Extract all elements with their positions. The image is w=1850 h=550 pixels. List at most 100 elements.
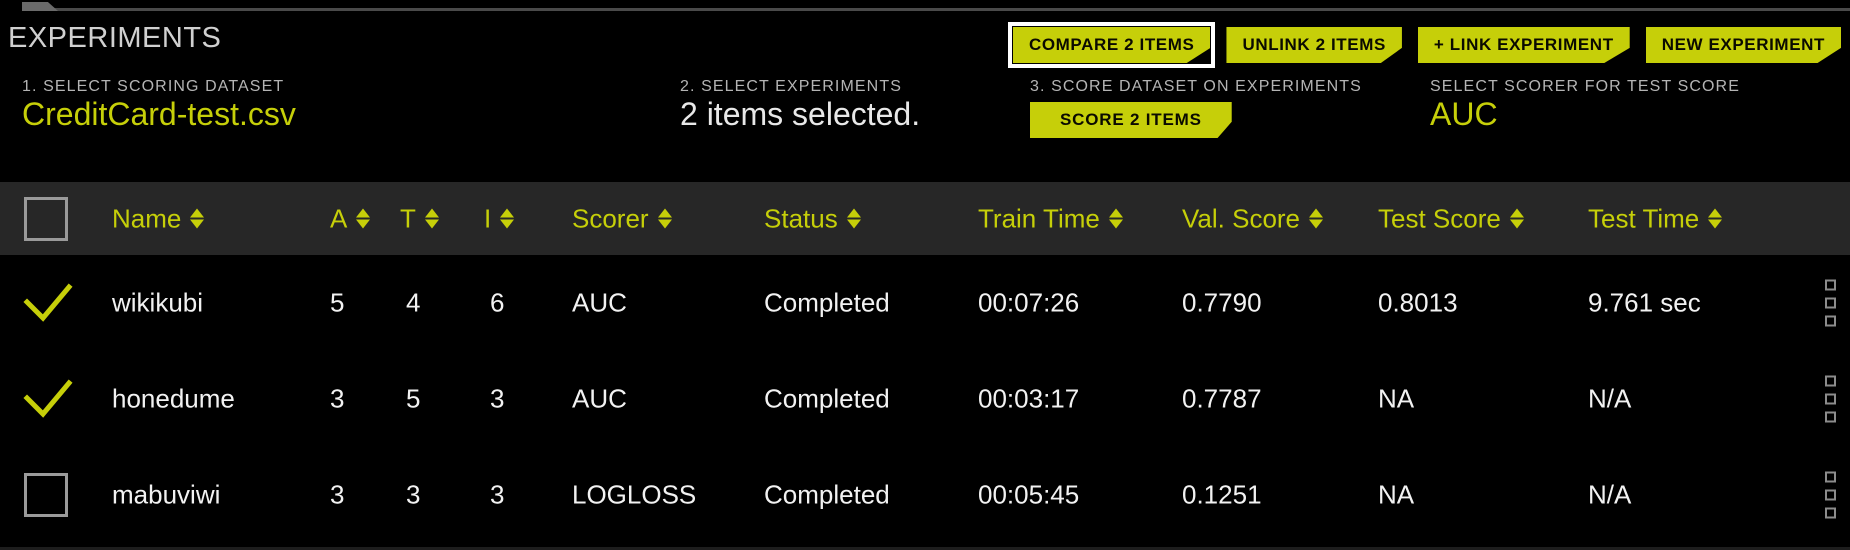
scoring-dataset-value[interactable]: CreditCard-test.csv (22, 97, 296, 132)
column-header-train-time[interactable]: Train Time (978, 203, 1124, 234)
link-experiment-button-wrap: + LINK EXPERIMENT (1413, 22, 1635, 68)
cell-status: Completed (764, 287, 890, 318)
page-title: EXPERIMENTS (8, 22, 222, 54)
cell-val-score: 0.7790 (1182, 287, 1262, 318)
cell-i: 6 (490, 287, 505, 318)
column-header-i[interactable]: I (484, 203, 515, 234)
sort-icon[interactable] (356, 206, 371, 232)
cell-test-time: N/A (1588, 479, 1632, 510)
cell-scorer: AUC (572, 383, 627, 414)
step2-label: 2. SELECT EXPERIMENTS (680, 78, 902, 95)
step-select-scoring-dataset: 1. SELECT SCORING DATASET CreditCard-tes… (22, 78, 296, 132)
step-select-scorer: SELECT SCORER FOR TEST SCORE AUC (1430, 78, 1740, 132)
column-header-val-score[interactable]: Val. Score (1182, 203, 1324, 234)
column-header-test-time-label: Test Time (1588, 203, 1700, 233)
cell-a: 3 (330, 383, 345, 414)
column-header-test-score-label: Test Score (1378, 203, 1501, 233)
column-header-a-label: A (330, 203, 348, 233)
cell-scorer: LOGLOSS (572, 479, 697, 510)
cell-test-time: 9.761 sec (1588, 287, 1701, 318)
step-select-experiments: 2. SELECT EXPERIMENTS 2 items selected. (680, 78, 920, 132)
cell-name: honedume (112, 383, 235, 414)
sort-icon[interactable] (657, 206, 673, 232)
row-select-cell (22, 377, 74, 421)
sort-icon[interactable] (190, 206, 205, 232)
header-actions: COMPARE 2 ITEMS UNLINK 2 ITEMS + LINK EX… (1007, 22, 1846, 68)
table-header-row: Name A T I Scorer Status Train Time Val.… (0, 182, 1850, 255)
row-select-cell (22, 281, 74, 325)
window-top-rail (0, 0, 1850, 11)
cell-train-time: 00:05:45 (978, 479, 1080, 510)
compare-items-button-focus-ring: COMPARE 2 ITEMS (1007, 22, 1216, 68)
cell-a: 3 (330, 479, 345, 510)
cell-test-score: NA (1378, 479, 1415, 510)
unlink-items-button[interactable]: UNLINK 2 ITEMS (1226, 27, 1402, 63)
cell-val-score: 0.1251 (1182, 479, 1262, 510)
column-header-t-label: T (400, 203, 416, 233)
selected-items-count: 2 items selected. (680, 96, 921, 132)
new-experiment-button-wrap: NEW EXPERIMENT (1641, 22, 1846, 68)
top-rail-divider (22, 8, 1850, 11)
step4-label: SELECT SCORER FOR TEST SCORE (1430, 78, 1740, 95)
sort-icon[interactable] (1509, 206, 1525, 232)
cell-test-time: N/A (1588, 383, 1632, 414)
sort-icon[interactable] (1708, 206, 1723, 232)
cell-scorer: AUC (572, 287, 627, 318)
sort-icon[interactable] (500, 206, 515, 232)
cell-t: 3 (406, 479, 421, 510)
column-header-val-score-label: Val. Score (1182, 203, 1301, 233)
sort-icon[interactable] (1309, 206, 1324, 232)
select-all-checkbox[interactable] (24, 196, 68, 241)
column-header-name-label: Name (112, 203, 182, 233)
test-scorer-value[interactable]: AUC (1430, 97, 1740, 132)
row-menu-icon[interactable] (1825, 279, 1836, 327)
top-rail-tab-marker (22, 2, 58, 11)
compare-items-button[interactable]: COMPARE 2 ITEMS (1012, 27, 1211, 63)
cell-name: wikikubi (112, 287, 204, 318)
row-checkbox-checked[interactable] (22, 377, 74, 421)
unlink-items-button-wrap: UNLINK 2 ITEMS (1221, 22, 1406, 68)
table-row[interactable]: wikikubi 5 4 6 AUC Completed 00:07:26 0.… (0, 255, 1850, 351)
cell-test-score: 0.8013 (1378, 287, 1458, 318)
sort-icon[interactable] (846, 206, 862, 232)
column-header-status[interactable]: Status (764, 203, 862, 234)
cell-train-time: 00:07:26 (978, 287, 1080, 318)
row-checkbox-checked[interactable] (22, 281, 74, 325)
cell-i: 3 (490, 479, 505, 510)
column-header-test-time[interactable]: Test Time (1588, 203, 1723, 234)
column-header-a[interactable]: A (330, 203, 371, 234)
column-header-name[interactable]: Name (112, 203, 205, 234)
column-header-t[interactable]: T (400, 203, 440, 234)
cell-name: mabuviwi (112, 479, 221, 510)
table-row[interactable]: honedume 3 5 3 AUC Completed 00:03:17 0.… (0, 351, 1850, 447)
cell-val-score: 0.7787 (1182, 383, 1262, 414)
sort-icon[interactable] (1108, 206, 1124, 232)
cell-test-score: NA (1378, 383, 1415, 414)
experiments-table: Name A T I Scorer Status Train Time Val.… (0, 182, 1850, 543)
cell-i: 3 (490, 383, 505, 414)
cell-t: 5 (406, 383, 421, 414)
score-items-button[interactable]: SCORE 2 ITEMS (1030, 102, 1232, 138)
row-menu-icon[interactable] (1825, 375, 1836, 423)
step1-label: 1. SELECT SCORING DATASET (22, 78, 285, 95)
steps-strip: 1. SELECT SCORING DATASET CreditCard-tes… (0, 78, 1850, 150)
row-checkbox-unchecked[interactable] (24, 473, 68, 517)
row-select-cell (24, 473, 68, 517)
new-experiment-button[interactable]: NEW EXPERIMENT (1645, 27, 1841, 63)
column-header-scorer-label: Scorer (572, 203, 649, 233)
column-header-scorer[interactable]: Scorer (572, 203, 673, 234)
cell-status: Completed (764, 479, 890, 510)
link-experiment-button[interactable]: + LINK EXPERIMENT (1417, 27, 1630, 63)
table-row[interactable]: mabuviwi 3 3 3 LOGLOSS Completed 00:05:4… (0, 447, 1850, 543)
cell-status: Completed (764, 383, 890, 414)
cell-train-time: 00:03:17 (978, 383, 1080, 414)
sort-icon[interactable] (424, 206, 440, 232)
step3-label: 3. SCORE DATASET ON EXPERIMENTS (1030, 78, 1362, 95)
column-header-train-time-label: Train Time (978, 203, 1100, 233)
cell-t: 4 (406, 287, 421, 318)
column-header-test-score[interactable]: Test Score (1378, 203, 1525, 234)
row-menu-icon[interactable] (1825, 471, 1836, 519)
column-header-i-label: I (484, 203, 492, 233)
select-all-checkbox-cell (24, 196, 68, 241)
cell-a: 5 (330, 287, 345, 318)
